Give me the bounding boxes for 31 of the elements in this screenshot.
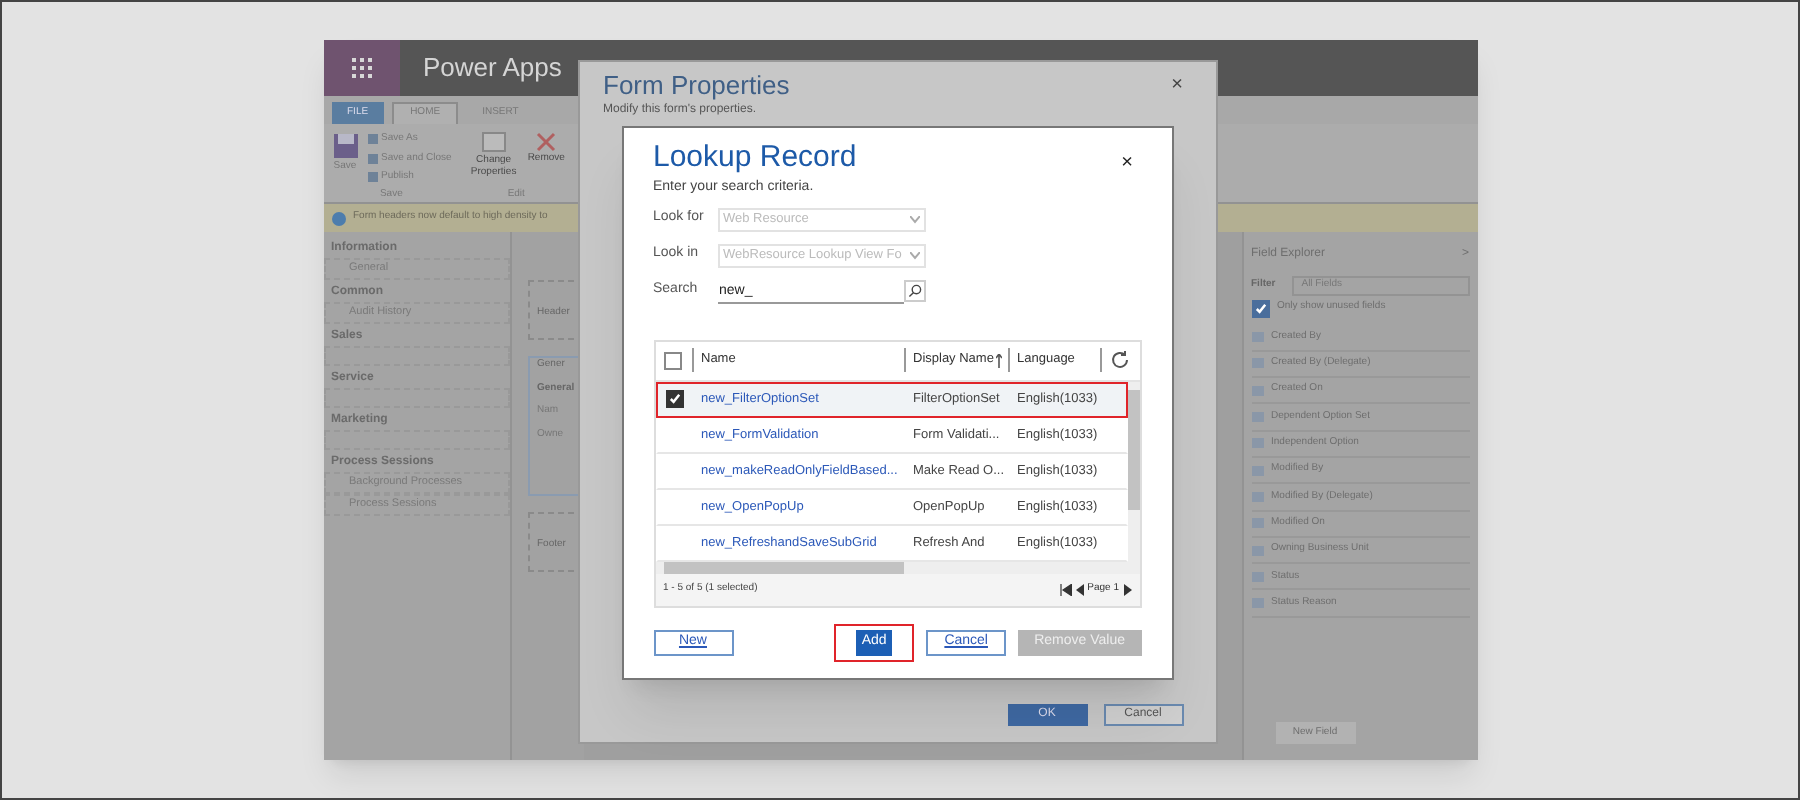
checkbox[interactable] <box>664 351 682 369</box>
waffle-icon <box>351 58 371 78</box>
field-icon <box>1251 571 1263 582</box>
first-page-icon[interactable] <box>1059 583 1072 595</box>
info-icon <box>331 211 345 225</box>
dialog-title: Form Properties <box>603 70 790 102</box>
field-icon <box>1251 385 1263 396</box>
field-icon <box>1251 518 1263 529</box>
refresh-icon[interactable] <box>1110 350 1130 370</box>
close-button[interactable]: × <box>1121 148 1133 178</box>
sort-icon <box>995 353 1002 367</box>
checkbox[interactable] <box>666 390 684 408</box>
field-icon <box>1251 332 1263 343</box>
form-icon <box>481 132 506 152</box>
close-button[interactable]: × <box>1171 70 1183 100</box>
search-icon[interactable] <box>903 280 925 302</box>
field-icon <box>1251 598 1263 609</box>
field-icon <box>1251 412 1263 423</box>
app-title: Power Apps <box>423 50 562 87</box>
field-icon <box>1251 465 1263 476</box>
chevron-down-icon <box>909 215 919 223</box>
field-icon <box>1251 545 1263 556</box>
app-launcher-button[interactable] <box>323 40 399 96</box>
field-icon <box>1251 358 1263 369</box>
field-icon <box>1251 438 1263 449</box>
next-page-icon[interactable] <box>1123 583 1131 595</box>
previous-page-icon[interactable] <box>1075 583 1084 595</box>
chevron-down-icon <box>909 251 919 259</box>
checkbox[interactable] <box>1251 299 1269 317</box>
field-icon <box>1251 491 1263 502</box>
dialog-title: Lookup Record <box>653 140 857 176</box>
